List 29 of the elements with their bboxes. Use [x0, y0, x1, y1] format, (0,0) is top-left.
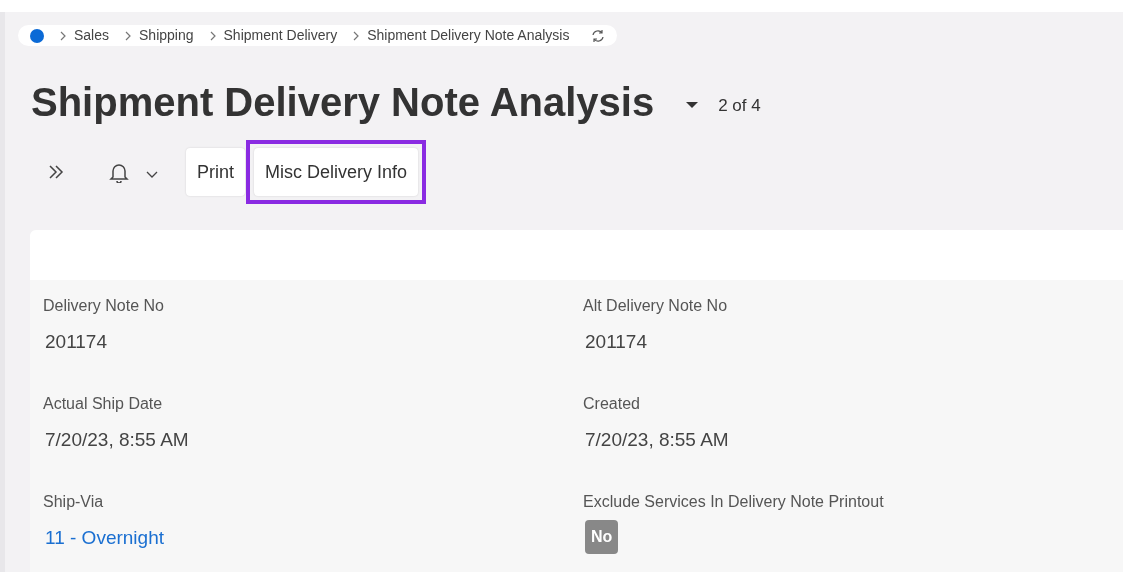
- status-badge: No: [585, 520, 619, 554]
- caret-icon[interactable]: [146, 171, 158, 179]
- expand-icon[interactable]: [48, 164, 64, 180]
- breadcrumb-link[interactable]: Shipment Delivery: [223, 25, 338, 46]
- record-position: 2 of 4: [718, 95, 761, 118]
- field-label: Alt Delivery Note No: [583, 296, 729, 316]
- field-label: Created: [583, 394, 641, 414]
- toolbar-button[interactable]: Misc Delivery Info: [254, 148, 419, 196]
- field-label: Actual Ship Date: [43, 394, 164, 414]
- breadcrumb-link[interactable]: Shipping: [139, 25, 194, 46]
- dropdown-icon[interactable]: [684, 100, 701, 110]
- field-value: 7/20/23, 8:55 AM: [585, 428, 729, 452]
- chevron-icon: [60, 30, 66, 41]
- page-title: Shipment Delivery Note Analysis: [31, 82, 655, 122]
- chevron-icon: [353, 30, 360, 41]
- field-label: Delivery Note No: [43, 296, 165, 316]
- bell-icon[interactable]: [108, 161, 130, 183]
- field-value: 7/20/23, 8:55 AM: [45, 428, 189, 452]
- breadcrumb-link[interactable]: Shipment Delivery Note Analysis: [367, 25, 570, 46]
- field-label: Exclude Services In Delivery Note Printout: [583, 492, 885, 512]
- chevron-icon: [125, 30, 132, 41]
- refresh-icon[interactable]: [591, 28, 606, 43]
- toolbar-button[interactable]: Print: [186, 148, 245, 196]
- breadcrumb-link[interactable]: Sales: [74, 25, 110, 46]
- ship-via-link[interactable]: 11 - Overnight: [45, 524, 164, 553]
- field-value: 201174: [585, 330, 647, 354]
- field-value: 201174: [45, 330, 107, 354]
- field-label: Ship-Via: [43, 492, 105, 512]
- chevron-icon: [209, 30, 216, 41]
